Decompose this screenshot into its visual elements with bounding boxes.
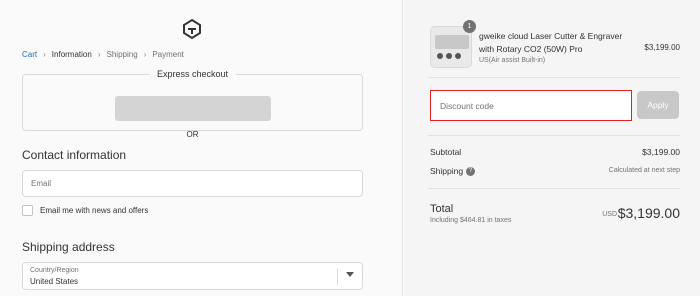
subtotal-row: Subtotal $3,199.00: [430, 147, 680, 157]
tax-note: Including $464.81 in taxes: [430, 217, 512, 224]
total-value: $3,199.00: [617, 205, 680, 221]
breadcrumb-shipping: Shipping: [106, 50, 138, 59]
gweike-logo-icon[interactable]: [181, 18, 203, 40]
shipping-row: Shipping? Calculated at next step: [430, 166, 680, 177]
breadcrumb-information: Information: [51, 50, 92, 59]
checkout-main-panel: Cart › Information › Shipping › Payment …: [0, 0, 403, 296]
discount-code-field[interactable]: Discount code: [430, 90, 632, 121]
product-variant: US(Air assist Built-in): [479, 57, 546, 64]
express-checkout-title: Express checkout: [23, 69, 362, 79]
breadcrumb: Cart › Information › Shipping › Payment: [22, 50, 184, 59]
currency-code: USD: [602, 211, 617, 218]
order-summary-panel: 1 gweike cloud Laser Cutter & Engraver w…: [404, 0, 700, 296]
shipping-address-heading: Shipping address: [22, 240, 115, 254]
total-label: Total: [430, 203, 454, 215]
divider: [428, 135, 680, 136]
express-pay-button[interactable]: [115, 96, 271, 121]
product-price: $3,199.00: [644, 43, 680, 52]
subtotal-value: $3,199.00: [642, 147, 680, 157]
select-divider: [337, 268, 338, 285]
or-divider: OR: [186, 130, 199, 139]
divider: [428, 77, 680, 78]
question-circle-icon[interactable]: ?: [466, 167, 476, 177]
breadcrumb-payment: Payment: [152, 50, 184, 59]
shipping-value: Calculated at next step: [608, 167, 680, 174]
newsletter-label[interactable]: Email me with news and offers: [40, 206, 148, 215]
chevron-right-icon: ›: [97, 50, 101, 59]
express-checkout-box: Express checkout: [22, 69, 363, 131]
country-value: United States: [30, 277, 79, 286]
subtotal-label: Subtotal: [430, 147, 462, 157]
thumbnail-machine: [435, 35, 469, 49]
quantity-badge: 1: [463, 20, 476, 33]
apply-discount-button[interactable]: Apply: [637, 91, 679, 119]
breadcrumb-cart[interactable]: Cart: [22, 50, 37, 59]
country-select[interactable]: Country/Region United States: [22, 262, 363, 290]
email-field[interactable]: Email: [22, 170, 363, 197]
contact-information-heading: Contact information: [22, 148, 127, 162]
chevron-right-icon: ›: [143, 50, 147, 59]
country-label: Country/Region: [30, 267, 79, 274]
divider: [428, 188, 680, 189]
newsletter-checkbox[interactable]: [22, 205, 33, 216]
chevron-right-icon: ›: [43, 50, 46, 59]
newsletter-option: Email me with news and offers: [22, 205, 148, 216]
thumbnail-accessories: [437, 53, 461, 59]
shipping-label: Shipping: [430, 166, 464, 176]
chevron-down-icon[interactable]: [346, 272, 354, 277]
product-name: gweike cloud Laser Cutter & Engraver wit…: [479, 31, 623, 54]
